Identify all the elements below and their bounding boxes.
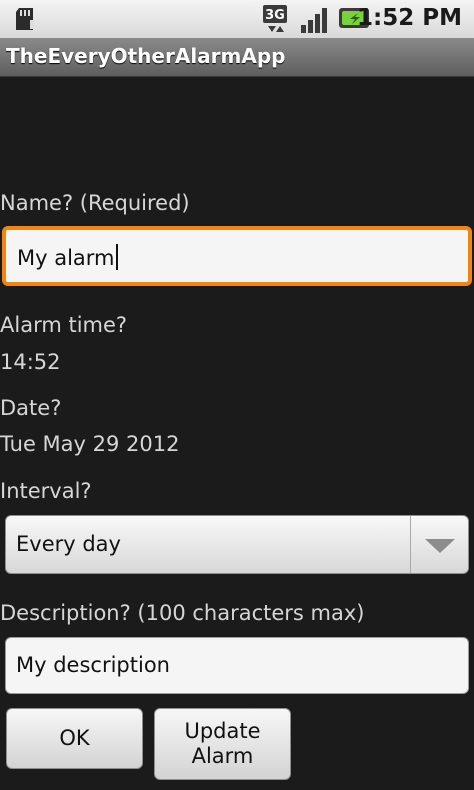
description-input[interactable]: My description	[5, 637, 469, 694]
interval-spinner[interactable]: Every day	[5, 515, 469, 574]
name-input[interactable]: My alarm	[2, 226, 472, 286]
screen: 3G 1:52 PM TheEveryOtherAlarmApp Name? (…	[0, 0, 474, 790]
name-label: Name? (Required)	[0, 191, 190, 215]
sd-card-icon	[16, 8, 34, 30]
description-input-value: My description	[16, 653, 170, 677]
app-title: TheEveryOtherAlarmApp	[6, 44, 286, 68]
dropdown-arrow-icon[interactable]	[424, 538, 456, 554]
alarm-time-label: Alarm time?	[0, 313, 128, 337]
name-input-value: My alarm	[17, 246, 115, 270]
text-cursor	[115, 244, 118, 270]
interval-selected-value: Every day	[16, 532, 121, 556]
date-label: Date?	[0, 396, 62, 420]
spinner-divider	[410, 516, 411, 573]
ok-button-label: OK	[59, 726, 90, 750]
ok-button[interactable]: OK	[6, 708, 143, 769]
status-bar: 3G 1:52 PM	[0, 0, 474, 38]
status-bar-clock: 1:52 PM	[357, 5, 462, 31]
date-value[interactable]: Tue May 29 2012	[0, 432, 179, 456]
alarm-time-value[interactable]: 14:52	[0, 350, 61, 374]
interval-label: Interval?	[0, 479, 92, 503]
signal-strength-icon	[301, 8, 327, 33]
title-bar: TheEveryOtherAlarmApp	[0, 38, 474, 77]
3g-data-icon: 3G	[263, 5, 287, 32]
update-alarm-button[interactable]: Update Alarm	[154, 708, 291, 780]
update-alarm-button-label: Update Alarm	[184, 719, 261, 768]
svg-text:3G: 3G	[265, 8, 285, 23]
description-label: Description? (100 characters max)	[0, 601, 365, 625]
